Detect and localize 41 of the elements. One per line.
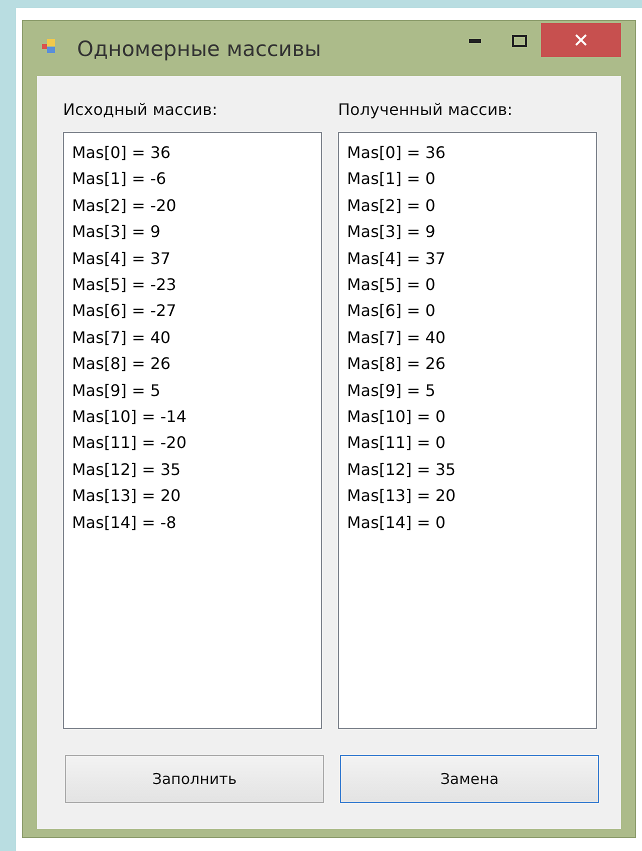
list-box[interactable]: Mas[0] = 36 Mas[1] = 0 Mas[2] = 0 Mas[3] = 9 Mas[4] = 37 Mas[5] = 0 Mas[6] = 0 Mas[7] = 40 Mas[8] = 26 Mas[9] = 5 Mas[10] = 0 Mas[11] = 0 Mas[12] = 35 Mas[13] = 20 Mas[14] = 0 [338,132,597,729]
list-item[interactable]: Mas[5] = -23 [72,272,313,298]
list-item[interactable]: Mas[13] = 20 [72,483,313,510]
list-item[interactable]: Mas[8] = 26 [72,351,313,378]
list-item[interactable]: Mas[1] = -6 [72,166,313,193]
close-icon [575,34,587,46]
list-item[interactable]: Mas[7] = 40 [347,324,588,352]
list-item[interactable]: Mas[4] = 37 [72,246,313,272]
list-label: Полученный массив: [338,99,514,121]
list-label: Исходный массив: [63,99,218,121]
list-box[interactable]: Mas[0] = 36 Mas[1] = -6 Mas[2] = -20 Mas[3] = 9 Mas[4] = 37 Mas[5] = -23 Mas[6] = -27 Mas[7] = 40 Mas[8] = 26 Mas[9] = 5 Mas[10] = -14 Mas[11] = -20 Mas[12] = 35 Mas[13] = 20 Mas[14] = -8 [63,132,322,729]
list-item[interactable]: Mas[14] = -8 [72,510,313,536]
list-item[interactable]: Mas[3] = 9 [72,219,313,246]
list-item[interactable]: Mas[3] = 9 [347,219,588,246]
list-item[interactable]: Mas[12] = 35 [72,456,313,484]
list-item[interactable]: Mas[11] = -20 [72,430,313,457]
list-item[interactable]: Mas[0] = 36 [72,140,313,166]
list-item[interactable]: Mas[14] = 0 [347,510,588,536]
list-item[interactable]: Mas[6] = 0 [347,298,588,325]
list-item[interactable]: Mas[8] = 26 [347,351,588,378]
list-item[interactable]: Mas[1] = 0 [347,166,588,193]
list-item[interactable]: Mas[11] = 0 [347,430,588,457]
action-button[interactable]: Заполнить [65,755,324,803]
app-icon [41,38,57,54]
list-item[interactable]: Mas[7] = 40 [72,324,313,352]
minimize-icon [469,38,481,42]
list-item[interactable]: Mas[13] = 20 [347,483,588,510]
list-item[interactable]: Mas[5] = 0 [347,272,588,298]
list-item[interactable]: Mas[9] = 5 [347,378,588,404]
list-item[interactable]: Mas[12] = 35 [347,456,588,484]
list-item[interactable]: Mas[9] = 5 [72,378,313,404]
list-item[interactable]: Mas[4] = 37 [347,246,588,272]
list-item[interactable]: Mas[0] = 36 [347,140,588,166]
window-title: Одномерные массивы [77,36,322,60]
list-item[interactable]: Mas[2] = -20 [72,192,313,220]
list-item[interactable]: Mas[2] = 0 [347,192,588,220]
list-item[interactable]: Mas[10] = -14 [72,404,313,430]
list-item[interactable]: Mas[10] = 0 [347,404,588,430]
action-button[interactable]: Замена [340,755,599,803]
maximize-icon [512,34,526,46]
list-item[interactable]: Mas[6] = -27 [72,298,313,325]
